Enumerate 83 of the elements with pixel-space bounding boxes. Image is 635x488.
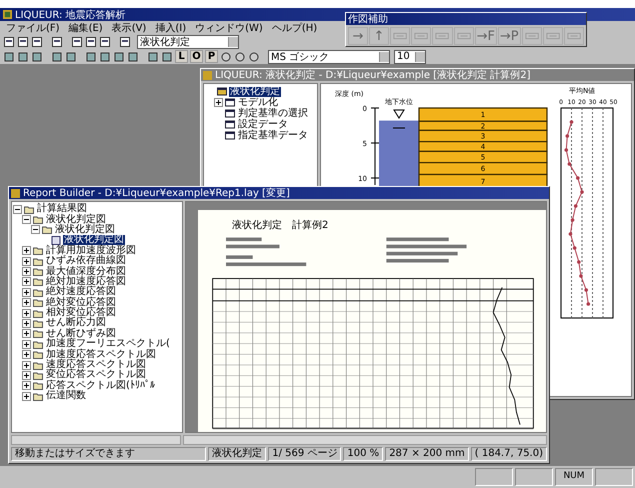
tree-item[interactable]: 加速度応答スペクトル図: [45, 350, 157, 360]
status-field: 287 × 200 mm: [385, 447, 469, 461]
menu-item[interactable]: 編集(E): [68, 20, 103, 34]
toolbar-button[interactable]: P: [205, 50, 218, 63]
status-field: 1/ 569 ページ: [268, 447, 342, 461]
app-icon: [203, 70, 212, 80]
expand-toggle[interactable]: [22, 370, 31, 380]
tree-item[interactable]: 計算用加速度波形図: [45, 246, 137, 256]
tree-item[interactable]: せん断応力図: [45, 318, 107, 328]
palette-title: 作図補助: [348, 12, 388, 26]
tree-item[interactable]: 絶対速度応答図: [45, 287, 117, 298]
tree-item[interactable]: 絶対加速度応答図: [45, 276, 127, 287]
toolbar-button[interactable]: O: [190, 50, 203, 63]
tree-item[interactable]: 加速度フーリエスペクトル(: [45, 339, 171, 350]
tree-item[interactable]: 指定基準データ: [237, 130, 309, 140]
tool-icon: [435, 31, 450, 41]
status-field: 移動またはサイズできます: [11, 447, 206, 461]
horizontal-scrollbar[interactable]: [11, 435, 181, 445]
page-icon: [225, 120, 235, 129]
app-icon: [11, 188, 20, 198]
expand-toggle[interactable]: [22, 350, 31, 360]
window-title: LIQUEUR: 地震応答解析: [15, 8, 126, 22]
expand-toggle[interactable]: [214, 98, 223, 107]
water-level-icon: [392, 110, 406, 128]
tree-item[interactable]: 液状化判定図: [54, 224, 116, 235]
font-size-combo[interactable]: 10: [394, 50, 426, 64]
horizontal-scrollbar[interactable]: [183, 435, 547, 445]
window-title: Report Builder - D:¥Liqueur¥example¥Rep1.lay [変更]: [23, 186, 290, 200]
status-field: ( 184.7, 75.0): [470, 447, 547, 461]
expand-toggle[interactable]: [22, 381, 31, 390]
expand-toggle[interactable]: [31, 225, 40, 234]
page-icon: [225, 109, 235, 118]
expand-toggle[interactable]: [13, 204, 22, 214]
menu-item[interactable]: ウィンドウ(W): [195, 20, 263, 34]
expand-toggle[interactable]: [22, 318, 31, 328]
tree-item[interactable]: 判定基準の選択: [237, 108, 309, 118]
font-combo[interactable]: MS ゴシック: [268, 50, 390, 64]
expand-toggle[interactable]: [22, 298, 31, 308]
status-field: [595, 468, 633, 486]
tree-item[interactable]: せん断ひずみ図: [45, 328, 117, 339]
menu-item[interactable]: 挿入(I): [155, 20, 186, 34]
tree-item[interactable]: 伝達関数: [45, 391, 87, 402]
status-field: 液状化判定: [208, 447, 266, 461]
tree-item[interactable]: 液状化判定図: [45, 214, 107, 225]
expand-toggle[interactable]: [22, 246, 31, 256]
document-combo[interactable]: 液状化判定: [137, 34, 239, 48]
window-title: LIQUEUR: 液状化判定 - D:¥Liqueur¥example [液状化判定 計算例2]: [215, 68, 530, 82]
page-icon: [51, 236, 61, 245]
expand-toggle[interactable]: [22, 215, 31, 224]
tree-item[interactable]: ひずみ依存曲線図: [45, 256, 127, 266]
status-field: [475, 468, 513, 486]
menu-item[interactable]: ヘルプ(H): [272, 20, 318, 34]
tree-item[interactable]: 最大値深度分布図: [45, 266, 127, 277]
toolbar-button[interactable]: L: [175, 50, 188, 63]
page-icon: [225, 131, 235, 140]
tool-icon: [414, 31, 428, 41]
menu-item[interactable]: 表示(V): [112, 20, 146, 34]
expand-toggle[interactable]: [22, 392, 31, 401]
expand-toggle[interactable]: [22, 256, 31, 266]
expand-toggle[interactable]: [22, 308, 31, 318]
status-field: 100 %: [343, 447, 384, 461]
tool-icon: [566, 31, 582, 41]
tool-icon: [456, 31, 471, 41]
menu-item[interactable]: ファイル(F): [6, 20, 60, 34]
tree-item[interactable]: 応答スペクトル図(ﾄﾘﾊﾟﾙ: [45, 380, 156, 391]
expand-toggle[interactable]: [22, 340, 31, 349]
status-field: [515, 468, 553, 486]
expand-toggle[interactable]: [22, 288, 31, 297]
expand-toggle[interactable]: [22, 277, 31, 286]
tool-icon: [546, 31, 560, 41]
expand-toggle[interactable]: [22, 360, 31, 370]
tool-icon: [524, 31, 539, 41]
tree-item[interactable]: 変位応答スペクトル図: [45, 370, 147, 380]
tree-item[interactable]: 設定データ: [237, 120, 289, 130]
expand-toggle[interactable]: [22, 329, 31, 338]
expand-toggle[interactable]: [22, 267, 31, 276]
tree-item[interactable]: 絶対変位応答図: [45, 298, 117, 308]
report-heading: 液状化判定 計算例2: [231, 218, 330, 232]
tree-item[interactable]: モデル化: [237, 98, 279, 108]
status-indicator: NUM: [555, 468, 593, 486]
tree-item[interactable]: 計算結果図: [36, 204, 88, 214]
tool-icon: [393, 31, 408, 41]
app-icon: [3, 10, 12, 19]
